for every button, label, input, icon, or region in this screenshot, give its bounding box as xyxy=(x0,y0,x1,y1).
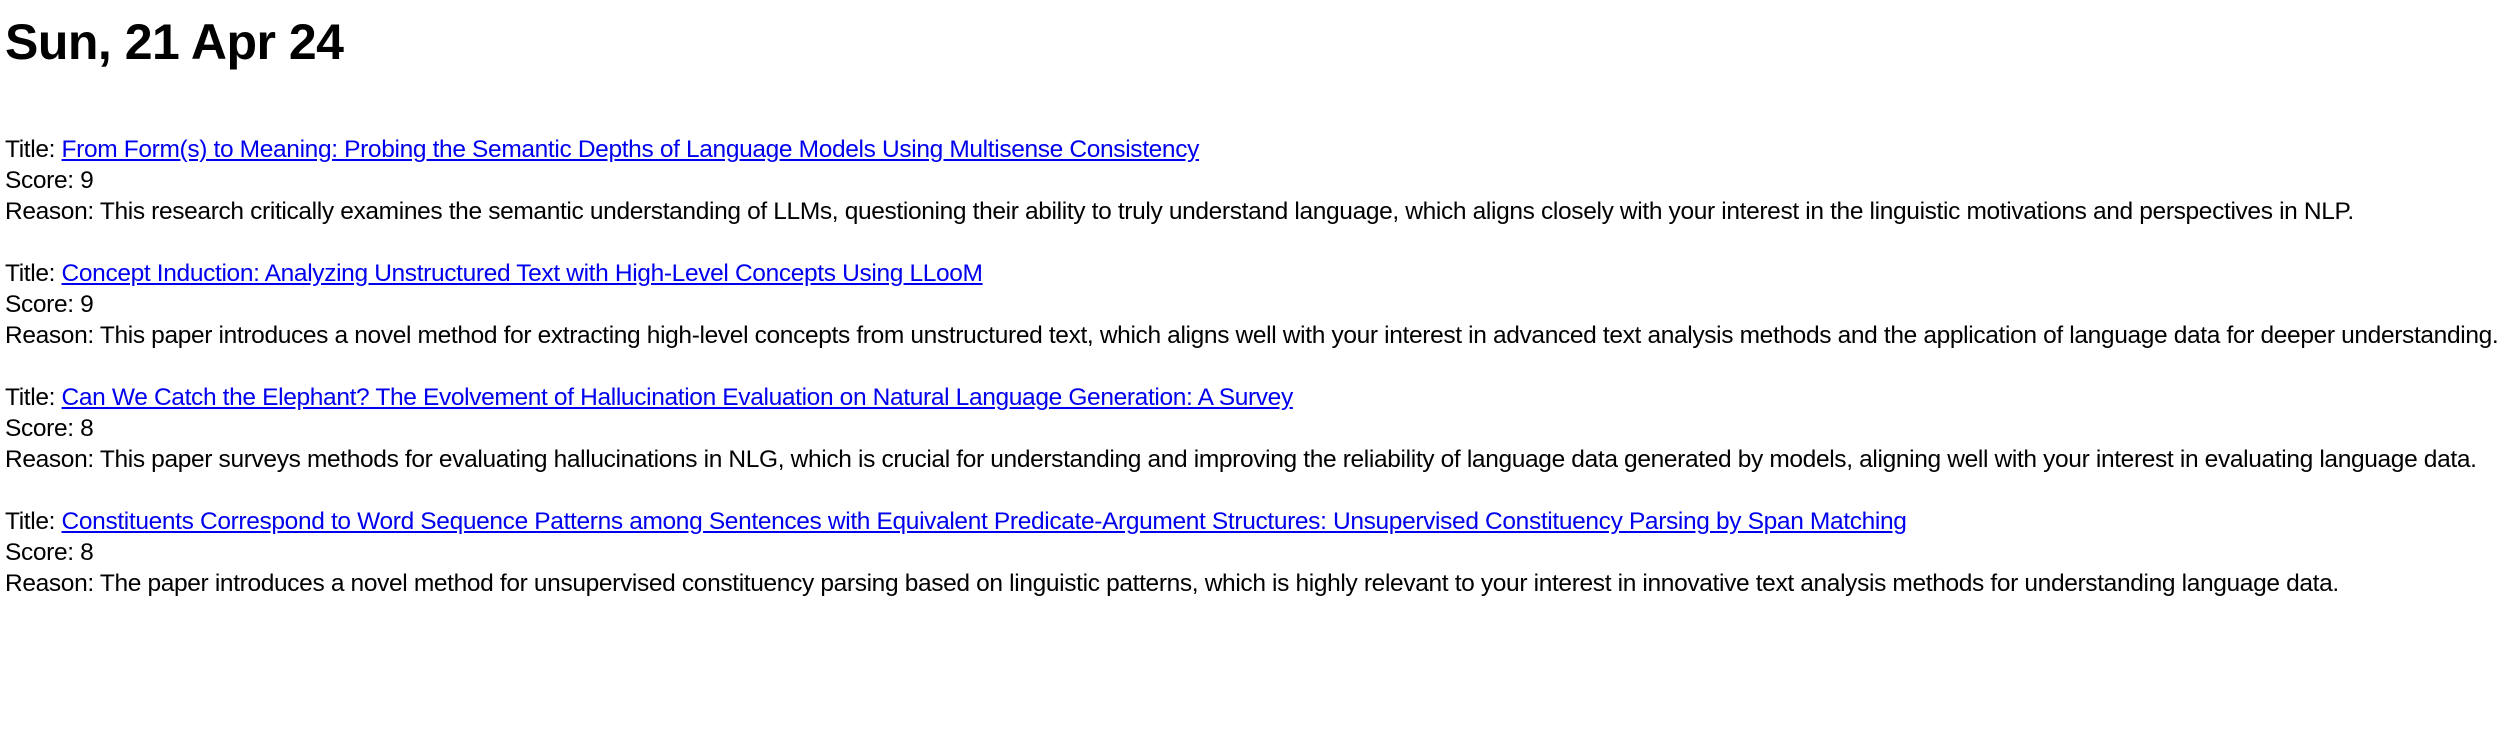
reason-label: Reason: xyxy=(5,570,100,597)
paper-reason: The paper introduces a novel method for … xyxy=(99,570,2339,597)
paper-title-line: Title: Can We Catch the Elephant? The Ev… xyxy=(5,382,2513,413)
paper-reason-line: Reason: This paper introduces a novel me… xyxy=(5,320,2513,351)
paper-score-line: Score: 8 xyxy=(5,537,2513,568)
paper-title-line: Title: From Form(s) to Meaning: Probing … xyxy=(5,134,2513,165)
score-label: Score: xyxy=(5,167,81,194)
paper-score: 9 xyxy=(80,167,94,194)
paper-reason: This paper surveys methods for evaluatin… xyxy=(99,446,2477,473)
paper-entry: Title: Constituents Correspond to Word S… xyxy=(5,506,2513,599)
paper-list: Title: From Form(s) to Meaning: Probing … xyxy=(5,134,2513,599)
score-label: Score: xyxy=(5,539,81,566)
paper-title-line: Title: Constituents Correspond to Word S… xyxy=(5,506,2513,537)
reason-label: Reason: xyxy=(5,446,100,473)
title-label: Title: xyxy=(5,384,62,411)
paper-title-link[interactable]: Can We Catch the Elephant? The Evolvemen… xyxy=(62,384,1294,411)
paper-title-link[interactable]: Constituents Correspond to Word Sequence… xyxy=(62,508,1907,535)
paper-reason: This research critically examines the se… xyxy=(99,198,2354,225)
paper-reason-line: Reason: This paper surveys methods for e… xyxy=(5,444,2513,475)
paper-title-link[interactable]: From Form(s) to Meaning: Probing the Sem… xyxy=(62,136,1200,163)
paper-score-line: Score: 9 xyxy=(5,165,2513,196)
paper-score-line: Score: 9 xyxy=(5,289,2513,320)
score-label: Score: xyxy=(5,415,81,442)
paper-reason-line: Reason: This research critically examine… xyxy=(5,196,2513,227)
score-label: Score: xyxy=(5,291,81,318)
paper-score: 8 xyxy=(80,539,94,566)
title-label: Title: xyxy=(5,260,62,287)
page-title: Sun, 21 Apr 24 xyxy=(5,14,344,70)
paper-score-line: Score: 8 xyxy=(5,413,2513,444)
title-label: Title: xyxy=(5,136,62,163)
paper-title-line: Title: Concept Induction: Analyzing Unst… xyxy=(5,258,2513,289)
paper-score: 8 xyxy=(80,415,94,442)
paper-score: 9 xyxy=(80,291,94,318)
paper-entry: Title: Concept Induction: Analyzing Unst… xyxy=(5,258,2513,351)
paper-reason-line: Reason: The paper introduces a novel met… xyxy=(5,568,2513,599)
paper-title-link[interactable]: Concept Induction: Analyzing Unstructure… xyxy=(62,260,983,287)
paper-entry: Title: From Form(s) to Meaning: Probing … xyxy=(5,134,2513,227)
reason-label: Reason: xyxy=(5,322,100,349)
paper-entry: Title: Can We Catch the Elephant? The Ev… xyxy=(5,382,2513,475)
reason-label: Reason: xyxy=(5,198,100,225)
paper-reason: This paper introduces a novel method for… xyxy=(99,322,2499,349)
title-label: Title: xyxy=(5,508,62,535)
